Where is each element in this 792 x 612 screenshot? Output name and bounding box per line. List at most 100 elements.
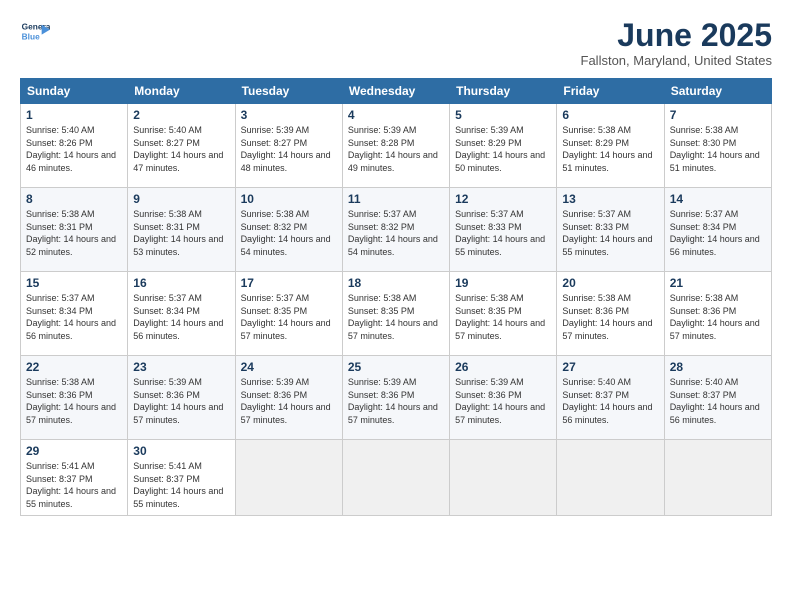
- day-info: Sunrise: 5:39 AMSunset: 8:29 PMDaylight:…: [455, 124, 551, 174]
- calendar-cell: 19Sunrise: 5:38 AMSunset: 8:35 PMDayligh…: [450, 272, 557, 356]
- day-number: 4: [348, 108, 444, 122]
- day-number: 6: [562, 108, 658, 122]
- day-info: Sunrise: 5:38 AMSunset: 8:36 PMDaylight:…: [562, 292, 658, 342]
- calendar-cell: 7Sunrise: 5:38 AMSunset: 8:30 PMDaylight…: [664, 104, 771, 188]
- calendar-cell: 9Sunrise: 5:38 AMSunset: 8:31 PMDaylight…: [128, 188, 235, 272]
- day-info: Sunrise: 5:37 AMSunset: 8:34 PMDaylight:…: [26, 292, 122, 342]
- logo-icon: General Blue: [20, 18, 50, 48]
- calendar-cell: [450, 440, 557, 515]
- calendar-week-5: 29 Sunrise: 5:41 AMSunset: 8:37 PMDayligh…: [21, 440, 772, 515]
- calendar-header-thursday: Thursday: [450, 79, 557, 104]
- calendar-cell: 22 Sunrise: 5:38 AMSunset: 8:36 PMDayligh…: [21, 356, 128, 440]
- day-number: 28: [670, 360, 766, 374]
- calendar-header-tuesday: Tuesday: [235, 79, 342, 104]
- calendar-week-2: 8 Sunrise: 5:38 AMSunset: 8:31 PMDaylight…: [21, 188, 772, 272]
- day-number: 10: [241, 192, 337, 206]
- calendar-header-row: SundayMondayTuesdayWednesdayThursdayFrid…: [21, 79, 772, 104]
- calendar-cell: 17 Sunrise: 5:37 AMSunset: 8:35 PMDayligh…: [235, 272, 342, 356]
- day-number: 8: [26, 192, 122, 206]
- page: General Blue June 2025 Fallston, Marylan…: [0, 0, 792, 612]
- calendar-cell: 15 Sunrise: 5:37 AMSunset: 8:34 PMDayligh…: [21, 272, 128, 356]
- calendar-cell: [664, 440, 771, 515]
- calendar-header-sunday: Sunday: [21, 79, 128, 104]
- calendar-cell: 28 Sunrise: 5:40 AMSunset: 8:37 PMDayligh…: [664, 356, 771, 440]
- calendar-cell: 11Sunrise: 5:37 AMSunset: 8:32 PMDayligh…: [342, 188, 449, 272]
- day-number: 12: [455, 192, 551, 206]
- svg-text:Blue: Blue: [22, 32, 40, 42]
- day-info: Sunrise: 5:40 AMSunset: 8:37 PMDaylight:…: [562, 376, 658, 426]
- day-info: Sunrise: 5:38 AMSunset: 8:31 PMDaylight:…: [133, 208, 229, 258]
- calendar-cell: 5 Sunrise: 5:39 AMSunset: 8:29 PMDaylight…: [450, 104, 557, 188]
- day-number: 24: [241, 360, 337, 374]
- day-number: 5: [455, 108, 551, 122]
- day-number: 26: [455, 360, 551, 374]
- calendar-cell: 4 Sunrise: 5:39 AMSunset: 8:28 PMDaylight…: [342, 104, 449, 188]
- calendar-cell: 8 Sunrise: 5:38 AMSunset: 8:31 PMDaylight…: [21, 188, 128, 272]
- day-number: 3: [241, 108, 337, 122]
- calendar-table: SundayMondayTuesdayWednesdayThursdayFrid…: [20, 78, 772, 515]
- subtitle: Fallston, Maryland, United States: [581, 53, 772, 68]
- day-info: Sunrise: 5:38 AMSunset: 8:35 PMDaylight:…: [348, 292, 444, 342]
- day-info: Sunrise: 5:37 AMSunset: 8:35 PMDaylight:…: [241, 292, 337, 342]
- day-info: Sunrise: 5:37 AMSunset: 8:33 PMDaylight:…: [455, 208, 551, 258]
- calendar-cell: 26 Sunrise: 5:39 AMSunset: 8:36 PMDayligh…: [450, 356, 557, 440]
- day-info: Sunrise: 5:37 AMSunset: 8:34 PMDaylight:…: [133, 292, 229, 342]
- calendar-week-3: 15 Sunrise: 5:37 AMSunset: 8:34 PMDayligh…: [21, 272, 772, 356]
- day-info: Sunrise: 5:39 AMSunset: 8:36 PMDaylight:…: [348, 376, 444, 426]
- day-info: Sunrise: 5:37 AMSunset: 8:33 PMDaylight:…: [562, 208, 658, 258]
- calendar-cell: 6Sunrise: 5:38 AMSunset: 8:29 PMDaylight…: [557, 104, 664, 188]
- day-info: Sunrise: 5:39 AMSunset: 8:36 PMDaylight:…: [133, 376, 229, 426]
- calendar-cell: 13Sunrise: 5:37 AMSunset: 8:33 PMDayligh…: [557, 188, 664, 272]
- calendar-cell: 16 Sunrise: 5:37 AMSunset: 8:34 PMDayligh…: [128, 272, 235, 356]
- calendar-cell: 23 Sunrise: 5:39 AMSunset: 8:36 PMDayligh…: [128, 356, 235, 440]
- day-number: 20: [562, 276, 658, 290]
- day-info: Sunrise: 5:40 AMSunset: 8:37 PMDaylight:…: [670, 376, 766, 426]
- calendar-cell: 29Sunrise: 5:41 AMSunset: 8:37 PMDayligh…: [21, 440, 128, 515]
- day-number: 16: [133, 276, 229, 290]
- day-number: 17: [241, 276, 337, 290]
- day-number: 22: [26, 360, 122, 374]
- calendar-cell: 1 Sunrise: 5:40 AMSunset: 8:26 PMDaylight…: [21, 104, 128, 188]
- calendar-header-wednesday: Wednesday: [342, 79, 449, 104]
- calendar-cell: 2 Sunrise: 5:40 AMSunset: 8:27 PMDaylight…: [128, 104, 235, 188]
- day-info: Sunrise: 5:41 AMSunset: 8:37 PMDaylight:…: [133, 460, 229, 510]
- day-info: Sunrise: 5:38 AMSunset: 8:30 PMDaylight:…: [670, 124, 766, 174]
- day-info: Sunrise: 5:38 AMSunset: 8:35 PMDaylight:…: [455, 292, 551, 342]
- day-number: 21: [670, 276, 766, 290]
- logo: General Blue: [20, 18, 50, 48]
- calendar-cell: [235, 440, 342, 515]
- calendar-header-monday: Monday: [128, 79, 235, 104]
- calendar-week-1: 1 Sunrise: 5:40 AMSunset: 8:26 PMDaylight…: [21, 104, 772, 188]
- day-info: Sunrise: 5:39 AMSunset: 8:36 PMDaylight:…: [241, 376, 337, 426]
- calendar-cell: [557, 440, 664, 515]
- calendar-cell: 27 Sunrise: 5:40 AMSunset: 8:37 PMDayligh…: [557, 356, 664, 440]
- day-info: Sunrise: 5:38 AMSunset: 8:31 PMDaylight:…: [26, 208, 122, 258]
- day-info: Sunrise: 5:39 AMSunset: 8:36 PMDaylight:…: [455, 376, 551, 426]
- calendar-week-4: 22 Sunrise: 5:38 AMSunset: 8:36 PMDayligh…: [21, 356, 772, 440]
- calendar-cell: 24 Sunrise: 5:39 AMSunset: 8:36 PMDayligh…: [235, 356, 342, 440]
- calendar-cell: 3 Sunrise: 5:39 AMSunset: 8:27 PMDaylight…: [235, 104, 342, 188]
- calendar-cell: 10Sunrise: 5:38 AMSunset: 8:32 PMDayligh…: [235, 188, 342, 272]
- day-info: Sunrise: 5:40 AMSunset: 8:27 PMDaylight:…: [133, 124, 229, 174]
- calendar-cell: 30 Sunrise: 5:41 AMSunset: 8:37 PMDayligh…: [128, 440, 235, 515]
- day-number: 25: [348, 360, 444, 374]
- day-info: Sunrise: 5:38 AMSunset: 8:36 PMDaylight:…: [670, 292, 766, 342]
- main-title: June 2025: [581, 18, 772, 53]
- day-number: 30: [133, 444, 229, 458]
- calendar-cell: 18Sunrise: 5:38 AMSunset: 8:35 PMDayligh…: [342, 272, 449, 356]
- day-number: 29: [26, 444, 122, 458]
- calendar-cell: 20 Sunrise: 5:38 AMSunset: 8:36 PMDayligh…: [557, 272, 664, 356]
- day-info: Sunrise: 5:38 AMSunset: 8:36 PMDaylight:…: [26, 376, 122, 426]
- day-number: 14: [670, 192, 766, 206]
- day-info: Sunrise: 5:40 AMSunset: 8:26 PMDaylight:…: [26, 124, 122, 174]
- day-number: 1: [26, 108, 122, 122]
- title-block: June 2025 Fallston, Maryland, United Sta…: [581, 18, 772, 68]
- day-number: 23: [133, 360, 229, 374]
- day-info: Sunrise: 5:39 AMSunset: 8:28 PMDaylight:…: [348, 124, 444, 174]
- calendar-header-friday: Friday: [557, 79, 664, 104]
- day-number: 15: [26, 276, 122, 290]
- day-number: 27: [562, 360, 658, 374]
- calendar-cell: [342, 440, 449, 515]
- day-info: Sunrise: 5:39 AMSunset: 8:27 PMDaylight:…: [241, 124, 337, 174]
- day-number: 2: [133, 108, 229, 122]
